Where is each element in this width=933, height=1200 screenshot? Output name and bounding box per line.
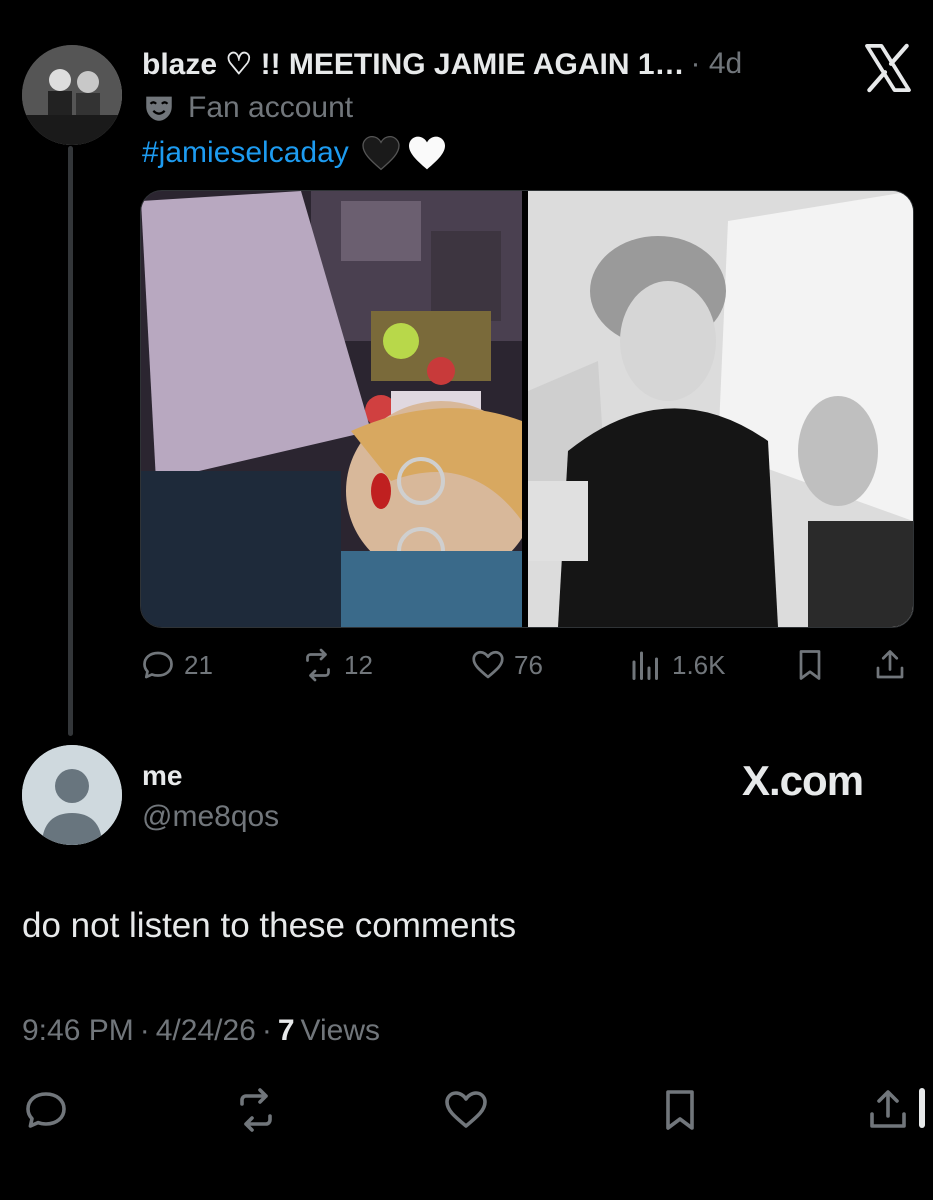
like-count: 76 (514, 649, 543, 680)
black-heart-icon (362, 135, 400, 171)
share-icon (876, 650, 904, 679)
reply-action-bar (22, 1086, 912, 1136)
share-button[interactable] (872, 640, 908, 690)
repost-icon (306, 648, 330, 682)
media-grid[interactable] (140, 190, 914, 628)
reply-icon (143, 651, 173, 679)
views-count: 1.6K (672, 649, 726, 680)
post-time[interactable]: · 4d (691, 47, 743, 81)
reply-date[interactable]: 4/24/26 (156, 1014, 256, 1048)
reply-text: do not listen to these comments (22, 906, 517, 945)
reply-icon (26, 1092, 66, 1128)
repost-button[interactable]: 12 (300, 640, 373, 690)
like-icon (445, 1091, 487, 1128)
views-icon (632, 651, 658, 680)
like-icon (472, 650, 504, 679)
reply-button[interactable] (22, 1086, 70, 1134)
repost-icon (240, 1088, 272, 1132)
media-photo-selfie[interactable] (141, 191, 522, 627)
repost-count: 12 (344, 649, 373, 680)
default-person-icon (22, 745, 122, 845)
reply-count: 21 (184, 649, 213, 680)
timestamp-line: 9:46 PM · 4/24/26 · 7 Views (22, 1014, 380, 1048)
reply-display-name[interactable]: me (142, 760, 182, 792)
display-name[interactable]: blaze ♡ !! MEETING JAMIE AGAIN 1… (142, 47, 685, 82)
post-action-bar: 21 12 76 1.6K (140, 640, 912, 690)
hashtag-link[interactable]: #jamieselcaday (142, 136, 349, 170)
share-icon (870, 1090, 906, 1128)
post-header: blaze ♡ !! MEETING JAMIE AGAIN 1… · 4d (142, 42, 802, 86)
thread-line (68, 146, 73, 736)
like-button[interactable] (442, 1086, 490, 1134)
meta-separator: · (261, 1014, 272, 1047)
avatar-photo (22, 45, 122, 145)
views-label: Views (300, 1014, 380, 1047)
white-heart-icon (408, 136, 445, 170)
fan-account-text: Fan account (188, 91, 354, 124)
x-logo-icon (860, 40, 916, 96)
bookmark-icon (799, 650, 821, 680)
scrollbar[interactable] (919, 1088, 925, 1128)
reply-time[interactable]: 9:46 PM (22, 1014, 134, 1048)
meta-separator: · (139, 1014, 150, 1047)
like-button[interactable]: 76 (470, 640, 543, 690)
media-photo-artist[interactable] (528, 191, 913, 627)
repost-button[interactable] (232, 1086, 280, 1134)
views-number: 7 (277, 1014, 295, 1047)
avatar[interactable] (22, 45, 122, 145)
bookmark-button[interactable] (656, 1086, 704, 1134)
post-text: #jamieselcaday (142, 130, 453, 176)
xcom-watermark: X.com (742, 757, 864, 804)
default-avatar[interactable] (22, 745, 122, 845)
reply-handle[interactable]: @me8qos (142, 800, 279, 834)
views-button[interactable]: 1.6K (628, 640, 726, 690)
fan-account-label: Fan account (142, 88, 353, 128)
share-button[interactable] (864, 1086, 912, 1134)
mask-icon (146, 96, 172, 121)
bookmark-button[interactable] (792, 640, 828, 690)
reply-button[interactable]: 21 (140, 640, 213, 690)
bookmark-icon (666, 1090, 694, 1130)
